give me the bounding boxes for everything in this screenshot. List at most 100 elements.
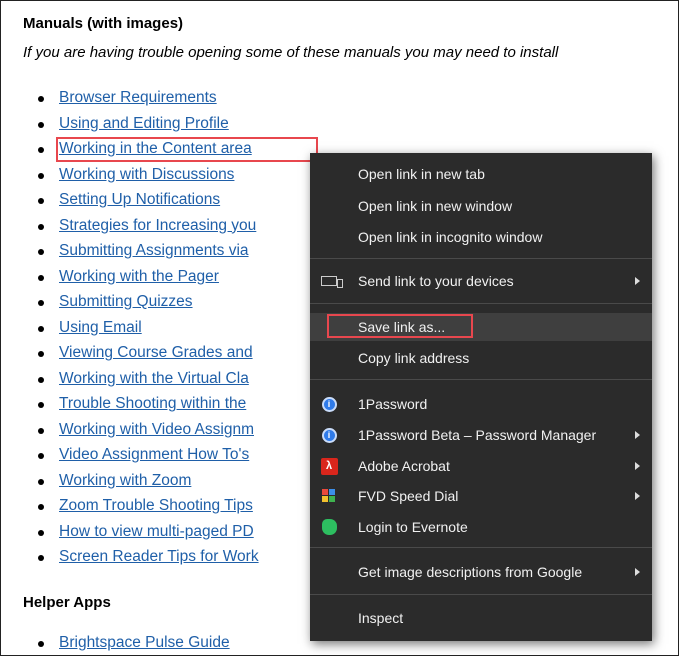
list-item: Working with Video Assignm — [38, 419, 259, 445]
menu-item-label: Open link in new window — [358, 198, 513, 214]
fvd-speed-dial-icon — [320, 487, 338, 505]
list-item: Working with the Virtual Cla — [38, 368, 259, 394]
menu-item-open-new-tab[interactable]: Open link in new tab — [310, 160, 652, 188]
menu-item-open-new-window[interactable]: Open link in new window — [310, 192, 652, 220]
manual-link[interactable]: Screen Reader Tips for Work — [59, 548, 259, 565]
bullet-icon — [38, 427, 44, 434]
menu-item-label: Inspect — [358, 610, 404, 626]
list-item: Setting Up Notifications — [38, 189, 259, 215]
bullet-icon — [38, 478, 44, 485]
manual-link[interactable]: Browser Requirements — [59, 89, 217, 106]
bullet-icon — [38, 376, 44, 383]
list-item: Using Email — [38, 317, 259, 343]
list-item: Brightspace Pulse Guide — [38, 632, 230, 655]
list-item: Submitting Assignments via — [38, 240, 259, 266]
menu-item-label: 1Password — [358, 396, 428, 412]
menu-separator — [310, 547, 652, 548]
menu-item-label: Get image descriptions from Google — [358, 564, 583, 580]
menu-item-adobe-acrobat[interactable]: λ Adobe Acrobat — [310, 452, 652, 480]
manual-link[interactable]: Setting Up Notifications — [59, 191, 220, 208]
list-item: Zoom Trouble Shooting Tips — [38, 495, 259, 521]
list-item: Video Assignment How To's — [38, 444, 259, 470]
bullet-icon — [38, 529, 44, 536]
manual-link[interactable]: Video Assignment How To's — [59, 446, 249, 463]
menu-separator — [310, 379, 652, 380]
adobe-acrobat-icon: λ — [320, 457, 338, 475]
menu-separator — [310, 258, 652, 259]
list-item: Working with Discussions — [38, 164, 259, 190]
context-menu: Open link in new tab Open link in new wi… — [310, 153, 652, 641]
menu-item-label: FVD Speed Dial — [358, 488, 459, 504]
menu-item-1password-beta[interactable]: i 1Password Beta – Password Manager — [310, 421, 652, 449]
menu-item-inspect[interactable]: Inspect — [310, 604, 652, 632]
manual-link[interactable]: Brightspace Pulse Guide — [59, 634, 230, 651]
manual-link[interactable]: Submitting Quizzes — [59, 293, 193, 310]
list-item: Using and Editing Profile — [38, 113, 259, 139]
manual-link[interactable]: Zoom Trouble Shooting Tips — [59, 497, 253, 514]
bullet-icon — [38, 555, 44, 561]
manual-link[interactable]: Working with the Virtual Cla — [59, 370, 249, 387]
bullet-icon — [38, 198, 44, 204]
manual-link[interactable]: Viewing Course Grades and — [59, 344, 253, 361]
menu-item-label: Adobe Acrobat — [358, 458, 450, 474]
bullet-icon — [38, 274, 44, 281]
menu-item-1password[interactable]: i 1Password — [310, 390, 652, 418]
list-item: Submitting Quizzes — [38, 291, 259, 317]
menu-item-fvd-speed-dial[interactable]: FVD Speed Dial — [310, 482, 652, 510]
list-item: Trouble Shooting within the — [38, 393, 259, 419]
menu-item-copy-link-address[interactable]: Copy link address — [310, 344, 652, 372]
submenu-arrow-icon — [635, 431, 640, 439]
list-item: How to view multi-paged PD — [38, 521, 259, 547]
page-content: Manuals (with images) If you are having … — [0, 0, 679, 656]
menu-separator — [310, 594, 652, 595]
menu-item-save-link-as[interactable]: Save link as... — [310, 313, 652, 341]
manuals-link-list: Browser Requirements Using and Editing Pr… — [38, 87, 259, 572]
menu-item-label: Open link in new tab — [358, 166, 485, 182]
manual-link[interactable]: Using and Editing Profile — [59, 115, 229, 132]
list-item: Browser Requirements — [38, 87, 259, 113]
manual-link[interactable]: Strategies for Increasing you — [59, 217, 256, 234]
bullet-icon — [38, 96, 44, 102]
submenu-arrow-icon — [635, 277, 640, 285]
bullet-icon — [38, 504, 44, 510]
bullet-icon — [38, 453, 44, 459]
evernote-icon — [320, 518, 338, 536]
menu-item-label: Send link to your devices — [358, 273, 514, 289]
bullet-icon — [38, 300, 44, 306]
manuals-heading: Manuals (with images) — [23, 15, 184, 32]
manual-link[interactable]: Working with the Pager — [59, 268, 219, 285]
manual-link[interactable]: Using Email — [59, 319, 142, 336]
menu-item-login-evernote[interactable]: Login to Evernote — [310, 513, 652, 541]
list-item: Working with the Pager — [38, 266, 259, 292]
menu-separator — [310, 303, 652, 304]
bullet-icon — [38, 147, 44, 153]
submenu-arrow-icon — [635, 568, 640, 576]
list-item: Screen Reader Tips for Work — [38, 546, 259, 572]
list-item: Viewing Course Grades and — [38, 342, 259, 368]
bullet-icon — [38, 249, 44, 255]
bullet-icon — [38, 402, 44, 408]
manual-link[interactable]: How to view multi-paged PD — [59, 523, 254, 540]
manual-link[interactable]: Working with Video Assignm — [59, 421, 254, 438]
submenu-arrow-icon — [635, 492, 640, 500]
menu-item-open-incognito[interactable]: Open link in incognito window — [310, 223, 652, 251]
manuals-intro-text: If you are having trouble opening some o… — [23, 44, 559, 61]
menu-item-send-to-devices[interactable]: Send link to your devices — [310, 267, 652, 295]
menu-item-label: Copy link address — [358, 350, 470, 366]
list-item: Working in the Content area — [38, 138, 259, 164]
bullet-icon — [38, 172, 44, 179]
menu-item-label: Login to Evernote — [358, 519, 468, 535]
manual-link[interactable]: Working with Discussions — [59, 166, 234, 183]
manual-link[interactable]: Submitting Assignments via — [59, 242, 249, 259]
devices-icon — [320, 272, 343, 290]
manual-link[interactable]: Trouble Shooting within the — [59, 395, 246, 412]
1password-icon: i — [320, 395, 338, 413]
menu-item-image-descriptions[interactable]: Get image descriptions from Google — [310, 558, 652, 586]
bullet-icon — [38, 121, 44, 128]
bullet-icon — [38, 325, 44, 332]
manual-link[interactable]: Working with Zoom — [59, 472, 191, 489]
menu-item-label: Save link as... — [358, 319, 446, 335]
manual-link[interactable]: Working in the Content area — [59, 140, 252, 157]
menu-item-label: Open link in incognito window — [358, 229, 543, 245]
menu-item-label: 1Password Beta – Password Manager — [358, 427, 597, 443]
